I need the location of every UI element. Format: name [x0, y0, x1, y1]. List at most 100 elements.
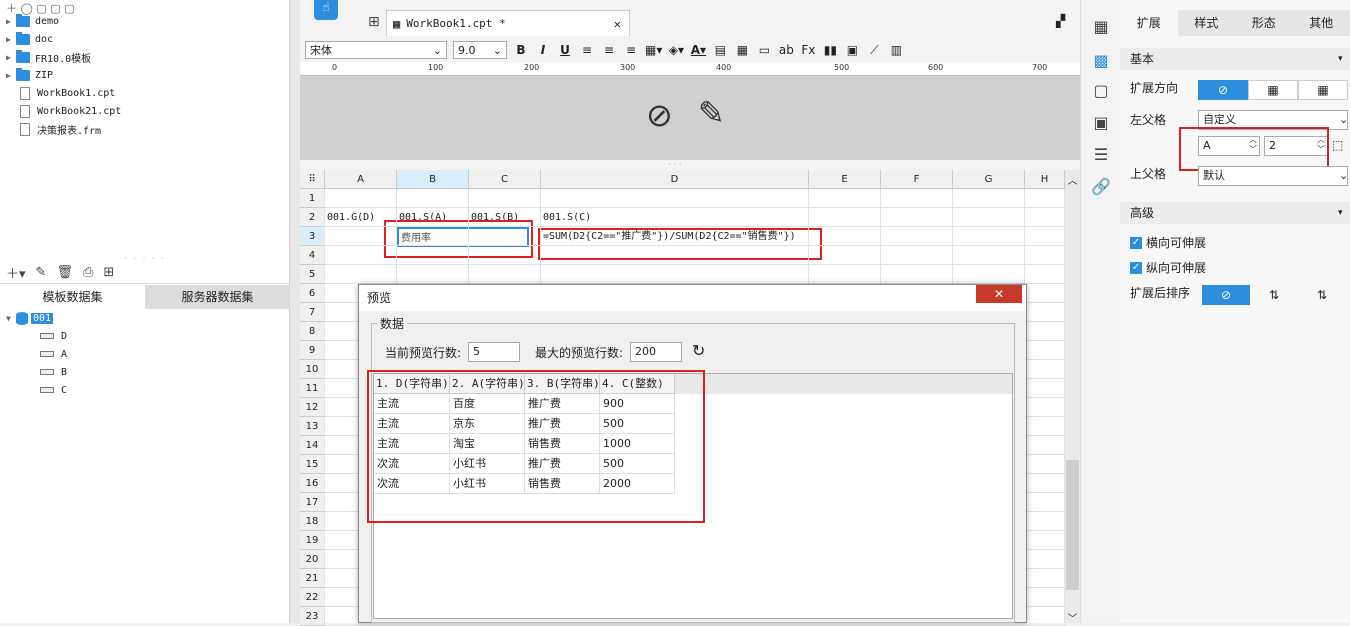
tab-shape[interactable]: 形态: [1235, 10, 1293, 36]
sub-report-icon[interactable]: ▥: [888, 43, 904, 57]
field-item[interactable]: A: [40, 345, 67, 363]
formula-icon[interactable]: Fx: [800, 43, 816, 57]
chart-icon[interactable]: ▮▮: [822, 43, 838, 57]
panel-divider[interactable]: [290, 0, 300, 623]
font-size-select[interactable]: 9.0⌄: [453, 41, 507, 59]
refresh-dataset-icon[interactable]: ⊞: [103, 265, 114, 280]
underline-button[interactable]: U: [557, 43, 573, 57]
row-header[interactable]: 10: [300, 360, 325, 379]
hand-tool-icon[interactable]: ☝: [314, 0, 338, 20]
grid-view-icon[interactable]: ⊞: [368, 14, 380, 30]
row-header[interactable]: 13: [300, 417, 325, 436]
pane-splitter[interactable]: · · ·: [660, 160, 690, 169]
slash-icon[interactable]: ⟋: [866, 43, 882, 58]
no-expand-button[interactable]: ⊘: [1198, 80, 1248, 100]
align-left-icon[interactable]: ≡: [579, 43, 595, 57]
parameter-pane[interactable]: ⊘ ✎: [300, 76, 1080, 160]
col-header[interactable]: D: [541, 170, 809, 189]
section-advanced[interactable]: 高级▾: [1120, 202, 1350, 224]
sort-ascending-icon[interactable]: ⇅: [1250, 285, 1298, 305]
expand-arrow-icon[interactable]: ▶: [6, 71, 16, 80]
sort-descending-icon[interactable]: ⇅: [1298, 285, 1346, 305]
font-color-icon[interactable]: A▾: [690, 43, 706, 57]
horizontal-expandable-checkbox[interactable]: ✓横向可伸展: [1130, 234, 1206, 251]
refresh-icon[interactable]: ↻: [692, 341, 705, 360]
row-header[interactable]: 7: [300, 303, 325, 322]
tree-item-workbook21[interactable]: WorkBook21.cpt: [6, 102, 121, 120]
field-item[interactable]: D: [40, 327, 67, 345]
tab-menu-icon[interactable]: ▞: [1056, 14, 1065, 28]
cell-attributes-icon[interactable]: ▩: [1091, 50, 1111, 70]
row-header[interactable]: 22: [300, 588, 325, 607]
condition-icon[interactable]: ▣: [1091, 112, 1111, 132]
border-icon[interactable]: ▦▾: [645, 43, 662, 57]
col-header[interactable]: F: [881, 170, 953, 189]
section-basic[interactable]: 基本▾: [1120, 48, 1350, 70]
vertical-expand-button[interactable]: ▦: [1248, 80, 1298, 100]
collapse-icon[interactable]: ▾: [1338, 202, 1343, 224]
row-header[interactable]: 17: [300, 493, 325, 512]
table-icon[interactable]: ▦: [734, 43, 750, 57]
scroll-thumb[interactable]: [1066, 460, 1079, 590]
tree-item-demo[interactable]: ▶demo: [6, 12, 59, 30]
row-header[interactable]: 2: [300, 208, 325, 227]
row-header[interactable]: 9: [300, 341, 325, 360]
tree-item-fr10-template[interactable]: ▶FR10.0模板: [6, 48, 91, 66]
expand-arrow-icon[interactable]: ▶: [6, 35, 16, 44]
row-header[interactable]: 23: [300, 607, 325, 626]
vertical-scrollbar[interactable]: ︿ ﹀: [1065, 170, 1080, 623]
tab-workbook1[interactable]: ▦ WorkBook1.cpt * ✕: [386, 10, 630, 36]
select-cell-icon[interactable]: ⬚: [1332, 138, 1343, 152]
tree-item-workbook1[interactable]: WorkBook1.cpt: [6, 84, 115, 102]
collapse-icon[interactable]: ▾: [1338, 48, 1343, 70]
dataset-root[interactable]: ▼001: [6, 309, 53, 327]
align-right-icon[interactable]: ≡: [623, 43, 639, 57]
insert-row-icon[interactable]: ▭: [756, 43, 772, 57]
tab-other[interactable]: 其他: [1293, 10, 1350, 36]
bold-button[interactable]: B: [513, 43, 529, 57]
merge-cells-icon[interactable]: ▤: [712, 43, 728, 57]
max-rows-input[interactable]: 200: [630, 342, 682, 362]
image-icon[interactable]: ▣: [844, 43, 860, 57]
corner-cell[interactable]: ⠿: [300, 170, 325, 189]
tab-template-dataset[interactable]: 模板数据集: [0, 285, 145, 309]
row-header[interactable]: 3: [300, 227, 325, 246]
col-header[interactable]: B: [397, 170, 469, 189]
vertical-expandable-checkbox[interactable]: ✓纵向可伸展: [1130, 259, 1206, 276]
delete-icon[interactable]: 🗑: [56, 265, 73, 280]
cell-d2[interactable]: 001.S(C): [543, 208, 591, 227]
cell-properties-icon[interactable]: ▦: [1091, 16, 1111, 36]
col-header[interactable]: E: [809, 170, 881, 189]
font-select[interactable]: 宋体⌄: [305, 41, 447, 59]
collapse-arrow-icon[interactable]: ▼: [6, 314, 16, 323]
row-header[interactable]: 20: [300, 550, 325, 569]
col-header[interactable]: C: [469, 170, 541, 189]
dialog-title[interactable]: 预览: [359, 285, 1026, 311]
row-header[interactable]: 6: [300, 284, 325, 303]
col-header[interactable]: G: [953, 170, 1025, 189]
row-header[interactable]: 12: [300, 398, 325, 417]
row-header[interactable]: 19: [300, 531, 325, 550]
row-header[interactable]: 1: [300, 189, 325, 208]
expand-arrow-icon[interactable]: ▶: [6, 17, 16, 26]
close-tab-icon[interactable]: ✕: [614, 17, 621, 31]
italic-button[interactable]: I: [535, 43, 551, 57]
fill-color-icon[interactable]: ◈▾: [668, 43, 684, 57]
tree-item-decision-report[interactable]: 决策报表.frm: [6, 120, 101, 138]
tab-server-dataset[interactable]: 服务器数据集: [145, 285, 290, 309]
tab-style[interactable]: 样式: [1178, 10, 1236, 36]
up-parent-select[interactable]: 默认⌄: [1198, 166, 1348, 186]
widget-icon[interactable]: ▢: [1091, 80, 1111, 100]
hyperlink-icon[interactable]: 🔗: [1091, 176, 1111, 196]
field-item[interactable]: B: [40, 363, 67, 381]
add-dataset-icon[interactable]: ＋▾: [6, 263, 26, 282]
no-sort-button[interactable]: ⊘: [1202, 285, 1250, 305]
row-header[interactable]: 14: [300, 436, 325, 455]
align-center-icon[interactable]: ≡: [601, 43, 617, 57]
row-header[interactable]: 21: [300, 569, 325, 588]
current-rows-input[interactable]: 5: [468, 342, 520, 362]
horizontal-expand-button[interactable]: ▦: [1298, 80, 1348, 100]
data-column-icon[interactable]: ☰: [1091, 144, 1111, 164]
cell-a2[interactable]: 001.G(D): [327, 208, 375, 227]
field-item[interactable]: C: [40, 381, 67, 399]
